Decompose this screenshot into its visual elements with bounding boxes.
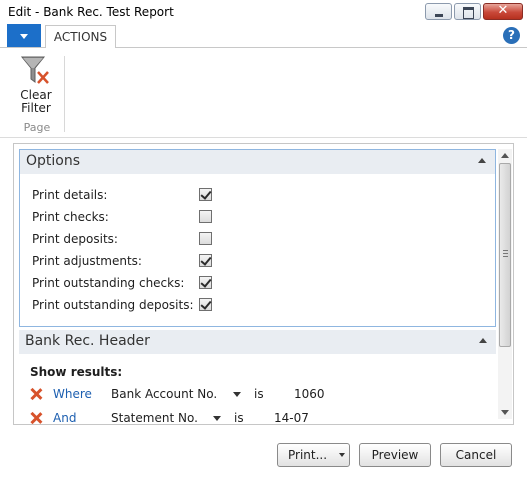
maximize-button[interactable] xyxy=(454,3,481,20)
filter-operator: is xyxy=(234,411,244,425)
filter-conjunction[interactable]: Where xyxy=(53,387,92,401)
options-fasttab-header[interactable]: Options xyxy=(20,150,495,174)
option-label: Print details: xyxy=(32,188,108,202)
close-icon: ✕ xyxy=(497,3,509,18)
title-bar: Edit - Bank Rec. Test Report ✕ xyxy=(0,0,527,24)
vertical-scrollbar[interactable] xyxy=(498,149,512,419)
filter-value[interactable]: 14-07 xyxy=(274,411,309,424)
clear-filter-icon xyxy=(21,56,49,84)
options-fasttab: Options Print details: Print checks: Pri… xyxy=(19,149,496,327)
clear-filter-label: Clear Filter xyxy=(20,88,52,115)
clear-filter-button[interactable]: Clear Filter xyxy=(14,52,60,118)
filter-operator: is xyxy=(254,387,264,401)
ribbon-group-divider xyxy=(64,56,65,132)
print-checks-checkbox[interactable] xyxy=(199,210,212,223)
chevron-up-icon[interactable] xyxy=(479,338,487,343)
ribbon-group-label: Page xyxy=(23,121,51,134)
option-label: Print deposits: xyxy=(32,232,118,246)
scroll-up-icon[interactable] xyxy=(501,153,509,158)
print-button-label: Print... xyxy=(288,448,328,462)
print-outstanding-checks-checkbox[interactable] xyxy=(199,276,212,289)
filter-value[interactable]: 1060 xyxy=(294,387,325,401)
scrollbar-thumb[interactable] xyxy=(499,163,511,347)
option-label: Print outstanding checks: xyxy=(32,276,185,290)
request-page-content: Options Print details: Print checks: Pri… xyxy=(13,143,514,425)
tab-actions[interactable]: ACTIONS xyxy=(45,25,116,49)
option-label: Print checks: xyxy=(32,210,109,224)
ribbon xyxy=(0,48,527,138)
bank-rec-header-fasttab: Bank Rec. Header Show results: Where Ban… xyxy=(19,330,496,425)
print-details-checkbox[interactable] xyxy=(199,188,212,201)
chevron-up-icon[interactable] xyxy=(478,158,486,163)
filter-field[interactable]: Statement No. xyxy=(111,411,198,424)
chevron-down-icon[interactable] xyxy=(213,416,221,421)
window-title: Edit - Bank Rec. Test Report xyxy=(8,5,174,19)
show-results-label: Show results: xyxy=(30,365,123,379)
print-outstanding-deposits-checkbox[interactable] xyxy=(199,298,212,311)
minimize-button[interactable] xyxy=(425,3,452,20)
filter-row: And Statement No. is 14-07 xyxy=(30,411,490,425)
remove-filter-icon[interactable] xyxy=(30,388,42,400)
filter-field[interactable]: Bank Account No. xyxy=(111,387,217,401)
help-icon[interactable]: ? xyxy=(503,27,520,44)
app-menu-button[interactable] xyxy=(7,24,41,47)
bank-rec-header-title: Bank Rec. Header xyxy=(25,333,150,349)
options-fasttab-title: Options xyxy=(26,153,81,169)
print-adjustments-checkbox[interactable] xyxy=(199,254,212,267)
print-deposits-checkbox[interactable] xyxy=(199,232,212,245)
bank-rec-header-fasttab-header[interactable]: Bank Rec. Header xyxy=(19,330,496,354)
chevron-down-icon[interactable] xyxy=(339,453,345,457)
cancel-button[interactable]: Cancel xyxy=(440,443,512,467)
option-label: Print adjustments: xyxy=(32,254,142,268)
preview-button[interactable]: Preview xyxy=(359,443,431,467)
chevron-down-icon[interactable] xyxy=(233,392,241,397)
print-button[interactable]: Print... xyxy=(277,443,350,467)
filter-row: Where Bank Account No. is 1060 xyxy=(30,387,490,405)
scroll-down-icon[interactable] xyxy=(501,410,509,415)
filter-conjunction[interactable]: And xyxy=(53,411,76,424)
grip-icon xyxy=(503,250,508,257)
remove-filter-icon[interactable] xyxy=(30,412,42,424)
close-button[interactable]: ✕ xyxy=(483,3,523,20)
option-label: Print outstanding deposits: xyxy=(32,298,194,312)
